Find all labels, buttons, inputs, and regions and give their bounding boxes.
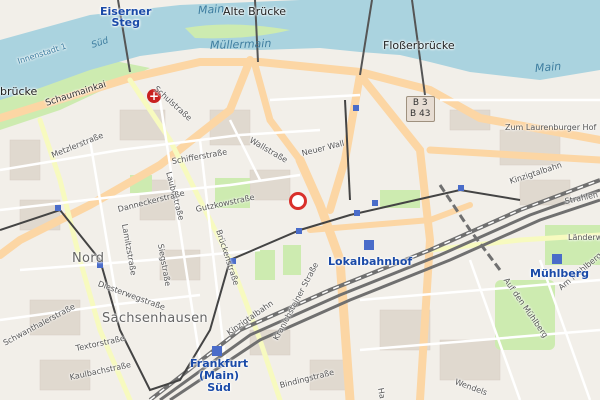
label-sachsenhausen: Sachsenhausen (102, 311, 208, 326)
label-main-right: Main (534, 59, 562, 75)
road-shield-b3-b43: B 3 B 43 (406, 96, 435, 122)
label-muehlberg: Mühlberg (530, 267, 590, 280)
label-zum-laurenburger-hof: Zum Laurenburger Hof (505, 123, 597, 132)
map-view[interactable]: B 3 B 43 + Eiserner Steg Alte Brücke Mai… (0, 0, 600, 400)
location-marker-icon[interactable] (289, 192, 307, 210)
label-eiserner-steg: Eiserner Steg (100, 5, 152, 29)
label-muellermain: Müllermain (209, 36, 272, 52)
label-ha: Ha (376, 387, 387, 400)
label-lokalbahnhof: Lokalbahnhof (328, 255, 413, 268)
label-frankfurt-sued: Frankfurt (Main) Süd (190, 357, 249, 394)
label-alte-bruecke: Alte Brücke (223, 5, 286, 18)
shield-b43: B 43 (410, 109, 431, 119)
label-laender: Länderw (568, 233, 600, 242)
label-main-top: Main (197, 2, 225, 17)
label-nord: Nord (72, 251, 105, 266)
shield-b3: B 3 (412, 98, 428, 108)
label-bruecke-left: brücke (0, 85, 38, 98)
label-flosserbruecke: Floßerbrücke (383, 39, 455, 52)
